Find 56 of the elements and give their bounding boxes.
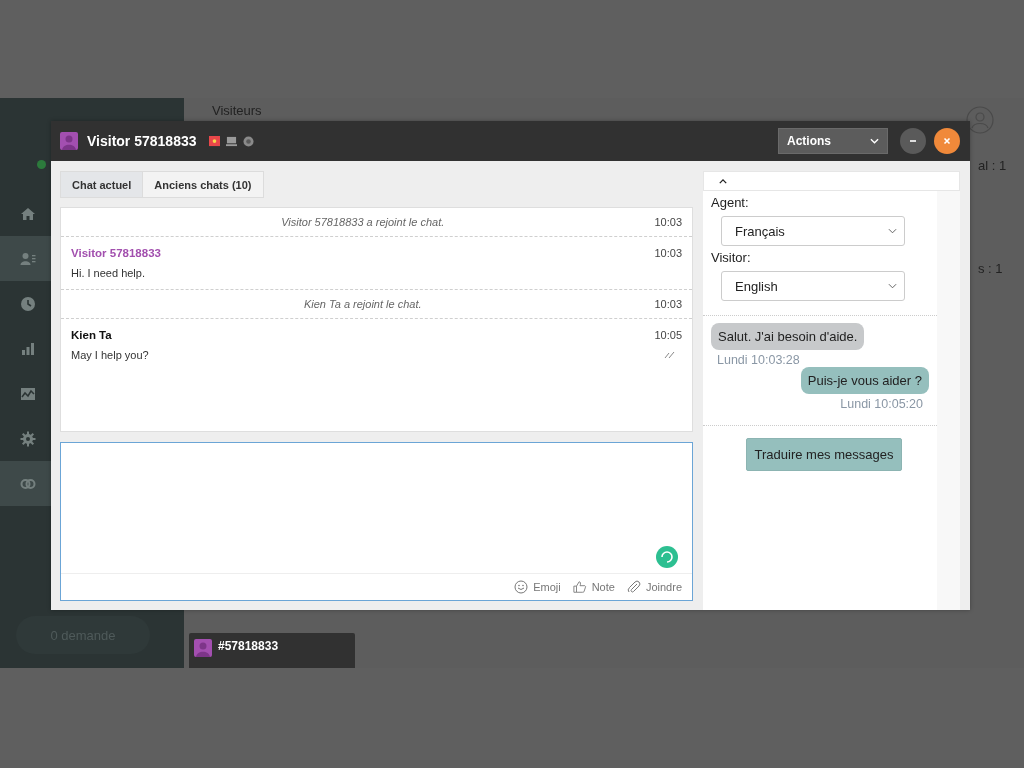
bars-icon: [20, 340, 36, 357]
smiley-icon: [514, 580, 529, 594]
stat-text: s : 1: [978, 261, 1003, 276]
message-author: Visitor 57818833: [71, 247, 161, 259]
field-label: Visitor:: [711, 250, 752, 265]
message-time: 10:03: [654, 216, 682, 228]
tab[interactable]: Anciens chats (10): [143, 171, 264, 198]
event-message: Visitor 57818833 a rejoint le chat.: [280, 216, 446, 228]
sidebar-item[interactable]: [0, 236, 51, 281]
computer-icon: [225, 135, 237, 147]
message-time: Lundi 10:03:28: [717, 353, 800, 367]
settings-icon: [20, 430, 36, 447]
translate-button[interactable]: Traduire mes messages: [745, 438, 903, 471]
home-icon: [20, 205, 36, 222]
translated-message: Puis-je vous aider ?: [800, 367, 929, 394]
actions-dropdown[interactable]: Actions: [778, 128, 888, 154]
page-heading: Visiteurs: [212, 103, 262, 118]
chevron-down-icon: [870, 138, 879, 144]
collapse-icon[interactable]: [719, 178, 727, 184]
event-message: Kien Ta a rejoint le chat.: [302, 298, 423, 310]
flag-icon: [208, 135, 220, 147]
user-avatar-icon[interactable]: [966, 106, 994, 134]
chevron-down-icon: [888, 228, 897, 234]
close-button[interactable]: [934, 128, 960, 154]
language-select[interactable]: Français: [721, 216, 905, 246]
thumbs-up-icon: [572, 580, 587, 594]
status-dot-icon: [37, 160, 46, 169]
message-time: 10:03: [654, 298, 682, 310]
avatar-icon: [60, 132, 78, 150]
language-select[interactable]: English: [721, 271, 905, 301]
avatar-icon: [194, 639, 212, 657]
window-title: Visitor 57818833: [87, 133, 197, 149]
composer-tool-button[interactable]: Joindre: [626, 580, 682, 594]
person-icon: [20, 250, 36, 267]
clock-icon: [20, 295, 36, 312]
message-text: Hi. I need help.: [71, 267, 145, 279]
field-label: Agent:: [711, 195, 750, 210]
browser-icon: [242, 135, 254, 147]
translated-message: Salut. J'ai besoin d'aide.: [711, 323, 865, 350]
spinner-icon: [656, 546, 678, 568]
message-time: 10:03: [654, 247, 682, 259]
composer-tool-button[interactable]: Note: [572, 580, 615, 594]
message-time: 10:05: [654, 329, 682, 341]
sidebar-item[interactable]: [0, 461, 51, 506]
chart-icon: [20, 385, 36, 402]
tab[interactable]: Chat actuel: [60, 171, 144, 198]
chevron-down-icon: [888, 283, 897, 289]
minimize-button[interactable]: [900, 128, 926, 154]
message-text: May I help you?: [71, 349, 149, 361]
message-author: Kien Ta: [71, 329, 112, 341]
paperclip-icon: [626, 580, 641, 594]
message-time: Lundi 10:05:20: [840, 397, 923, 411]
stat-text: al : 1: [978, 158, 1007, 173]
minimized-chat-tab[interactable]: #57818833: [189, 633, 355, 668]
close-icon: [942, 136, 952, 146]
composer-tool-button[interactable]: Emoji: [514, 580, 561, 594]
